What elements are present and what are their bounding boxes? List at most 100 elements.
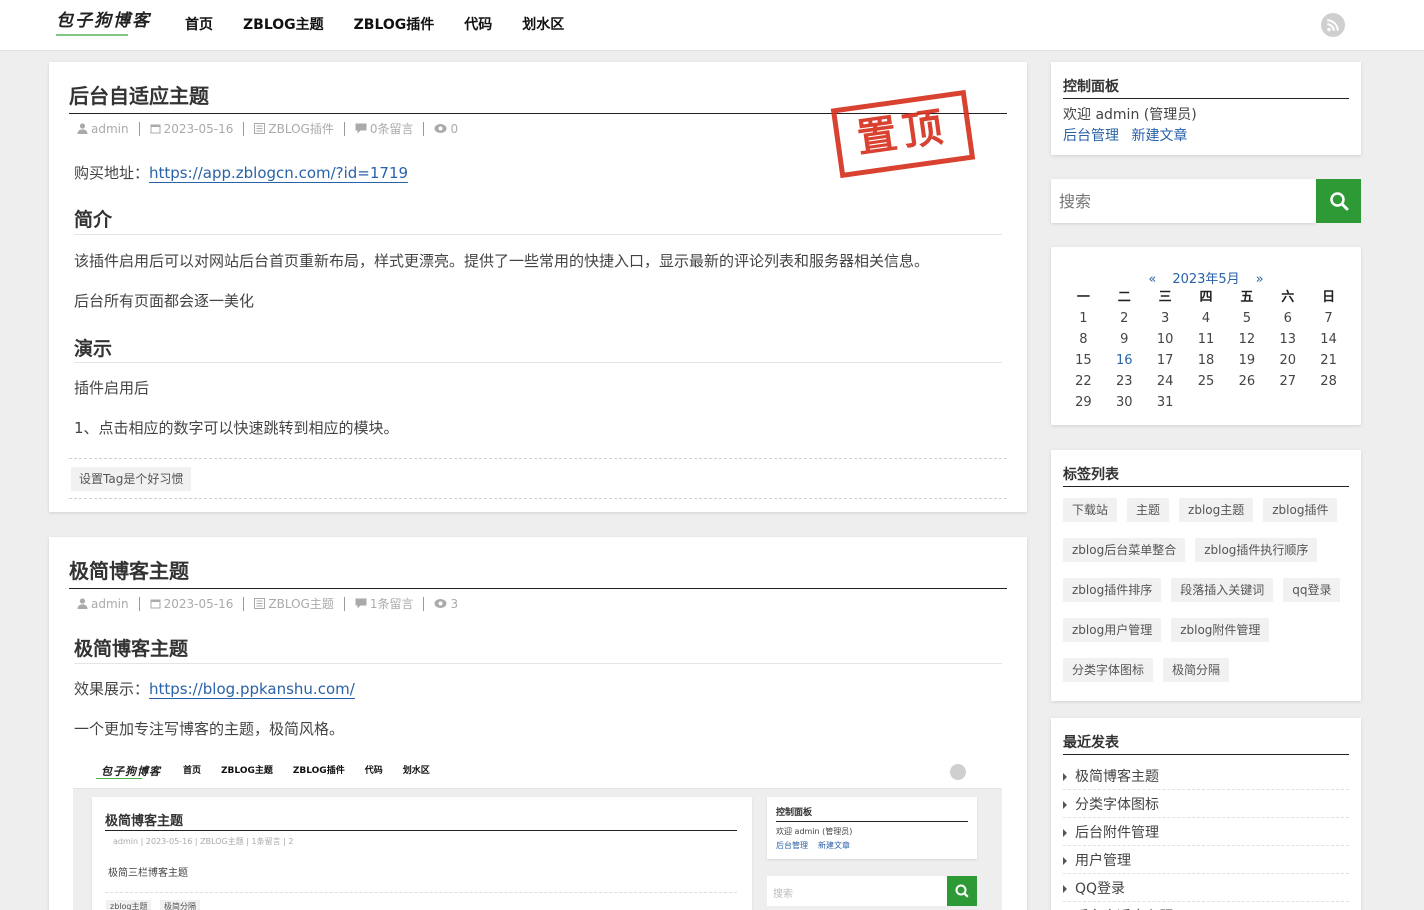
heading-divider: [74, 362, 1002, 363]
heading-divider: [74, 234, 1002, 235]
preview-new-post-link: 新建文章: [818, 841, 850, 850]
nav-zblog-themes[interactable]: ZBLOG主题: [228, 0, 339, 51]
meta-author-text: admin: [91, 596, 129, 611]
calendar-day: 6: [1283, 311, 1292, 326]
demo-address: 效果展示：https://blog.ppkanshu.com/: [74, 678, 355, 699]
recent-post-item[interactable]: 后台附件管理: [1063, 818, 1349, 846]
tag-chip[interactable]: qq登录: [1283, 578, 1341, 602]
widget-title-divider: [1063, 754, 1349, 755]
calendar-day: 13: [1279, 332, 1296, 347]
preview-tag-divider: [105, 892, 737, 893]
post-title[interactable]: 后台自适应主题: [69, 80, 209, 109]
tag-chip[interactable]: zblog用户管理: [1063, 618, 1162, 642]
paragraph: 一个更加专注写博客的主题，极简风格。: [74, 720, 345, 738]
preview-post-body: 极简三栏博客主题: [108, 868, 188, 879]
logo-underline: [56, 34, 128, 36]
user-icon: [77, 123, 88, 134]
meta-author[interactable]: admin: [77, 597, 129, 611]
tag-chip[interactable]: zblog插件执行顺序: [1195, 538, 1318, 562]
calendar-prev[interactable]: «: [1148, 272, 1156, 287]
comment-icon: [355, 598, 367, 609]
search-input[interactable]: [1051, 179, 1316, 223]
calendar-day: 19: [1238, 353, 1256, 368]
calendar-day: 11: [1197, 332, 1215, 347]
tag-chip[interactable]: zblog插件排序: [1063, 578, 1162, 602]
search-button[interactable]: [1316, 179, 1361, 223]
demo-link[interactable]: https://blog.ppkanshu.com/: [149, 680, 355, 699]
calendar-widget: «2023年5月» 一二三四五六日 1 2 3 4 5 6 7 8 9 10 11 12 13 14 15 16…: [1051, 247, 1361, 425]
preview-title-divider: [105, 830, 737, 831]
recent-post-item[interactable]: 后台自适应主题: [1063, 902, 1349, 910]
preview-welcome: 欢迎 admin (管理员): [776, 827, 853, 836]
calendar-day: 31: [1156, 395, 1174, 410]
nav-casual[interactable]: 划水区: [507, 0, 579, 51]
calendar-day-link[interactable]: 16: [1104, 350, 1145, 371]
meta-comments[interactable]: 1条留言: [355, 595, 413, 612]
calendar-day: 25: [1197, 374, 1215, 389]
new-post-link[interactable]: 新建文章: [1131, 128, 1187, 144]
calendar-day: 14: [1320, 332, 1337, 347]
preview-nav-item: 首页: [183, 766, 202, 776]
nav-home[interactable]: 首页: [170, 0, 228, 51]
eye-icon: [434, 599, 447, 608]
meta-category-text: ZBLOG主题: [268, 597, 334, 611]
preview-nav-item: 划水区: [402, 766, 430, 776]
recent-post-item[interactable]: 分类字体图标: [1063, 790, 1349, 818]
meta-category[interactable]: ZBLOG插件: [254, 120, 334, 137]
tag-chip[interactable]: zblog附件管理: [1171, 618, 1270, 642]
recent-post-item[interactable]: QQ登录: [1063, 874, 1349, 902]
heading-divider: [74, 663, 1002, 664]
site-logo[interactable]: 包子狗博客: [56, 10, 160, 38]
tag-chip[interactable]: zblog后台菜单整合: [1063, 538, 1186, 562]
category-icon: [254, 598, 266, 609]
calendar-day: 24: [1156, 374, 1174, 389]
preview-tag: zblog主题: [106, 900, 152, 910]
meta-separator: [138, 121, 140, 136]
meta-separator: [343, 121, 345, 136]
meta-separator: [243, 596, 245, 611]
buy-link[interactable]: https://app.zblogcn.com/?id=1719: [149, 164, 409, 183]
calendar-day: 29: [1075, 395, 1092, 410]
nav-zblog-plugins[interactable]: ZBLOG插件: [339, 0, 450, 51]
tag-chip[interactable]: 段落插入关键词: [1171, 578, 1274, 602]
rss-icon[interactable]: [1321, 13, 1345, 37]
eye-icon: [434, 124, 447, 133]
meta-comments[interactable]: 0条留言: [355, 120, 413, 137]
recent-post-item[interactable]: 用户管理: [1063, 846, 1349, 874]
tag-chip[interactable]: 分类字体图标: [1063, 658, 1154, 682]
calendar-day: 30: [1116, 395, 1133, 410]
meta-views: 3: [434, 597, 458, 611]
tag-chip[interactable]: 下载站: [1063, 498, 1118, 522]
tag-chip[interactable]: 主题: [1127, 498, 1170, 522]
weekday-label: 日: [1322, 290, 1336, 305]
preview-post-card: 极简博客主题 admin | 2023-05-16 | ZBLOG主题 | 1条…: [92, 797, 752, 910]
logo-text: 包子狗博客: [56, 11, 151, 31]
calendar-next[interactable]: »: [1256, 272, 1264, 287]
tag-chip[interactable]: zblog主题: [1179, 498, 1254, 522]
meta-date-text: 2023-05-16: [163, 596, 234, 611]
meta-category[interactable]: ZBLOG主题: [254, 595, 334, 612]
calendar-day: 28: [1320, 374, 1337, 389]
meta-views-text: 0: [450, 121, 459, 136]
meta-separator: [423, 596, 425, 611]
meta-views: 0: [434, 122, 458, 136]
tag-chip[interactable]: 极简分隔: [1163, 658, 1230, 682]
calendar-day: 18: [1197, 353, 1215, 368]
recent-post-item[interactable]: 极简博客主题: [1063, 762, 1349, 790]
post-title[interactable]: 极简博客主题: [69, 555, 189, 584]
calendar-month[interactable]: 2023年5月: [1172, 272, 1239, 287]
preview-tag: 极简分隔: [160, 900, 200, 910]
calendar-day: 12: [1238, 332, 1256, 347]
post-tag[interactable]: 设置Tag是个好习惯: [71, 467, 192, 491]
tag-divider-bottom: [69, 498, 1007, 499]
tag-chip[interactable]: zblog插件: [1263, 498, 1338, 522]
user-icon: [77, 598, 88, 609]
weekday-label: 三: [1158, 290, 1172, 305]
preview-nav: 首页 ZBLOG主题 ZBLOG插件 代码 划水区: [173, 754, 440, 789]
calendar-day: 17: [1156, 353, 1174, 368]
preview-nav-item: 代码: [364, 766, 383, 776]
title-divider: [69, 588, 1007, 589]
meta-author[interactable]: admin: [77, 122, 129, 136]
nav-code[interactable]: 代码: [449, 0, 507, 51]
admin-link[interactable]: 后台管理: [1063, 128, 1119, 144]
